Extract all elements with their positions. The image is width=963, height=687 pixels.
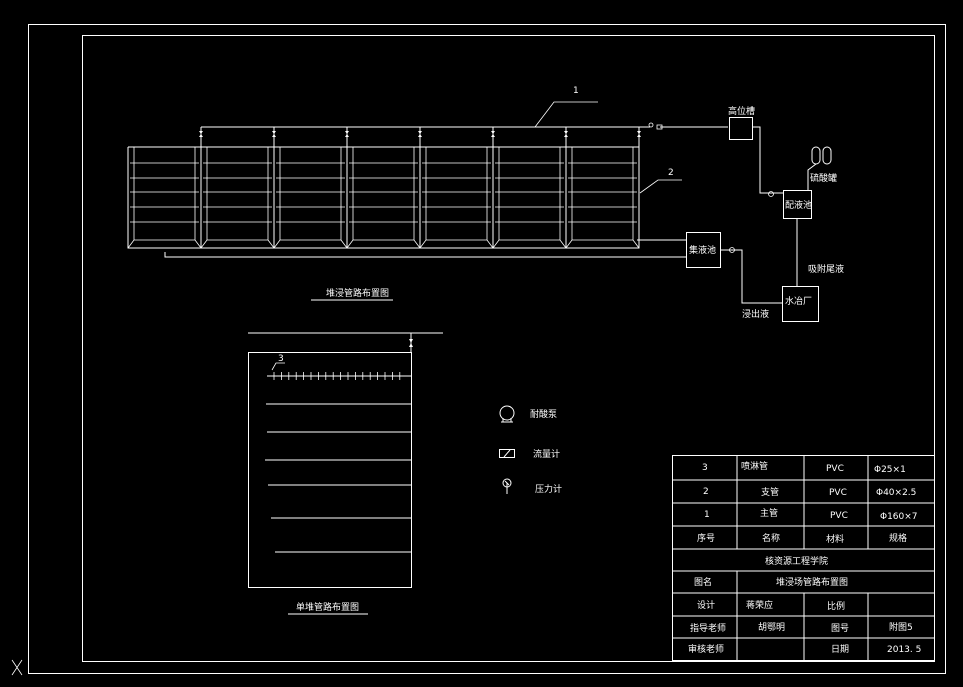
- row-1-no: 1: [704, 510, 710, 520]
- collection-pool-label: 集液池: [689, 244, 716, 256]
- leader-2: [639, 179, 682, 194]
- heap-leach-plan: 1 2 高位槽 硫酸罐 配液池 吸附尾液 集液池 浸出液 水冶厂 堆浸管路布置图: [127, 86, 844, 322]
- header-spec: 规格: [889, 532, 907, 544]
- advisor: 胡鄂明: [758, 621, 785, 633]
- row-1-name: 主管: [760, 507, 778, 519]
- row-2-material: PVC: [829, 488, 847, 498]
- legend-gauge-label: 压力计: [535, 483, 562, 495]
- flowmeter-icon: [499, 449, 515, 458]
- acid-pump-icon: [499, 405, 515, 423]
- row-3-name: 喷淋管: [741, 460, 768, 472]
- row-2-name: 支管: [761, 486, 779, 498]
- label-1: 1: [573, 86, 579, 96]
- sulfuric-tank-label: 硫酸罐: [810, 172, 837, 184]
- row-3-spec: Φ25×1: [874, 465, 906, 475]
- heap-cell: [200, 127, 276, 249]
- figure-name: 堆浸场管路布置图: [776, 576, 848, 588]
- high-level-tank: [729, 117, 753, 140]
- row-2-no: 2: [703, 487, 709, 497]
- heap-cell: [492, 127, 568, 249]
- heap-cells: [127, 127, 641, 249]
- plan-title: 堆浸管路布置图: [326, 287, 389, 299]
- design-label: 设计: [697, 599, 715, 611]
- designer: 蒋荣应: [746, 599, 773, 611]
- leachate-pipe: [721, 249, 783, 304]
- drawing-no-label: 图号: [831, 623, 849, 634]
- legend-flowmeter-label: 流量计: [533, 448, 560, 460]
- leachate-label: 浸出液: [742, 308, 769, 320]
- title-block: 3 喷淋管 PVC Φ25×1 2 支管 PVC Φ40×2.5 1 主管 PV…: [672, 455, 935, 661]
- date-label: 日期: [831, 644, 849, 655]
- heap-cell: [346, 127, 422, 249]
- legend-pump-label: 耐酸泵: [530, 408, 557, 420]
- single-heap-plan: 3 单堆管路布置图: [248, 332, 443, 615]
- row-3-no: 3: [702, 463, 708, 473]
- advisor-label: 指导老师: [690, 622, 726, 634]
- drawing-canvas: 1 2 高位槽 硫酸罐 配液池 吸附尾液 集液池 浸出液 水冶厂 堆浸管路布置图…: [11, 24, 946, 676]
- row-2-spec: Φ40×2.5: [876, 488, 916, 498]
- row-1-spec: Φ160×7: [880, 512, 918, 522]
- row-1-material: PVC: [830, 511, 848, 521]
- tank-to-mixing-pipe: [752, 126, 783, 194]
- ucs-icon: [11, 659, 23, 676]
- leader-1: [534, 101, 598, 128]
- heap-cell: [419, 127, 495, 249]
- pressure-gauge-icon: [502, 478, 512, 494]
- mixing-pool-label: 配液池: [785, 199, 812, 211]
- heap-cell: [565, 127, 641, 249]
- legend: 耐酸泵 流量计 压力计: [499, 405, 562, 495]
- drawing-no: 附图5: [889, 621, 913, 633]
- pump-symbol: [768, 191, 774, 197]
- header-name: 名称: [762, 532, 780, 544]
- acid-tank-2: [822, 146, 832, 165]
- collection-pipe: [164, 252, 686, 258]
- heap-cell: [127, 127, 203, 249]
- scale-label: 比例: [827, 600, 845, 612]
- reviewer-label: 审核老师: [688, 643, 724, 655]
- outer-border: [28, 24, 946, 674]
- heap-cell: [273, 127, 349, 249]
- single-heap-title: 单堆管路布置图: [296, 601, 359, 613]
- header-no: 序号: [697, 532, 715, 544]
- date: 2013. 5: [887, 645, 921, 655]
- label-2: 2: [668, 168, 674, 178]
- high-tank-label: 高位槽: [728, 105, 755, 117]
- acid-tank-1: [811, 146, 821, 165]
- adsorption-tail-label: 吸附尾液: [808, 263, 844, 275]
- row-3-material: PVC: [826, 464, 844, 474]
- inner-border: [82, 35, 935, 662]
- water-plant-label: 水冶厂: [785, 295, 812, 307]
- label-3: 3: [278, 354, 284, 364]
- figure-label: 图名: [694, 576, 712, 588]
- institution: 核资源工程学院: [765, 555, 828, 567]
- header-material: 材料: [826, 533, 844, 545]
